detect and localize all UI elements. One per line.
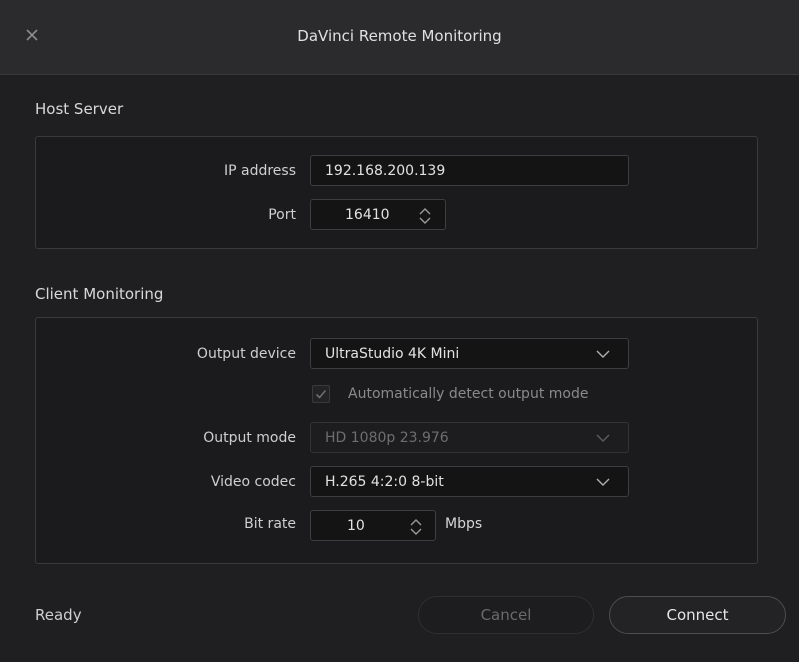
chevron-down-icon: [596, 350, 610, 358]
title-bar: DaVinci Remote Monitoring: [0, 0, 799, 75]
video-codec-label: Video codec: [210, 474, 296, 490]
output-device-label: Output device: [196, 346, 296, 362]
host-server-group: [35, 136, 758, 249]
auto-detect-checkbox[interactable]: [312, 385, 330, 403]
output-device-value: UltraStudio 4K Mini: [325, 346, 460, 362]
chevron-down-icon: [596, 478, 610, 486]
video-codec-dropdown[interactable]: H.265 4:2:0 8-bit: [310, 466, 629, 497]
spinner-arrows-icon[interactable]: [409, 516, 423, 538]
ip-address-value: 192.168.200.139: [325, 163, 446, 179]
spinner-arrows-icon[interactable]: [418, 205, 432, 227]
connect-button[interactable]: Connect: [609, 596, 786, 634]
bit-rate-label: Bit rate: [244, 516, 296, 532]
ip-address-field[interactable]: 192.168.200.139: [310, 155, 629, 186]
client-monitoring-heading: Client Monitoring: [35, 285, 164, 303]
window-title: DaVinci Remote Monitoring: [297, 27, 502, 45]
output-mode-label: Output mode: [203, 430, 296, 446]
output-device-dropdown[interactable]: UltraStudio 4K Mini: [310, 338, 629, 369]
host-server-heading: Host Server: [35, 100, 124, 118]
port-label: Port: [268, 207, 296, 223]
chevron-down-icon: [596, 434, 610, 442]
status-text: Ready: [35, 606, 82, 624]
bit-rate-unit: Mbps: [445, 516, 483, 532]
port-stepper[interactable]: 16410: [310, 199, 446, 230]
output-mode-value: HD 1080p 23.976: [325, 430, 449, 446]
ip-address-label: IP address: [223, 163, 296, 179]
video-codec-value: H.265 4:2:0 8-bit: [325, 474, 444, 490]
bit-rate-stepper[interactable]: 10: [310, 510, 436, 541]
output-mode-dropdown[interactable]: HD 1080p 23.976: [310, 422, 629, 453]
cancel-button[interactable]: Cancel: [418, 596, 594, 634]
bit-rate-value: 10: [347, 518, 365, 534]
auto-detect-label: Automatically detect output mode: [348, 386, 589, 402]
checkmark-icon: [315, 389, 327, 399]
port-value: 16410: [345, 207, 390, 223]
